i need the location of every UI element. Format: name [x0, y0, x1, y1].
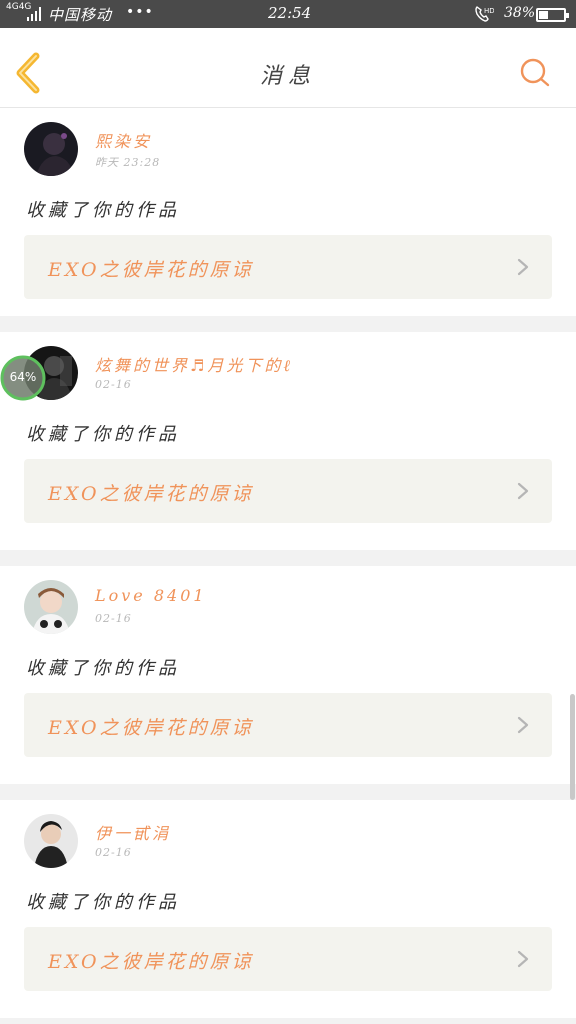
work-link[interactable]: EXO之彼岸花的原谅 — [24, 459, 552, 523]
scrollbar[interactable] — [570, 694, 575, 800]
avatar[interactable] — [24, 122, 78, 176]
divider — [0, 784, 576, 800]
battery-fill — [539, 11, 548, 19]
message-card: 熙染安 昨天 23:28 收藏了你的作品 EXO之彼岸花的原谅 — [0, 108, 576, 318]
message-card: 伊一甙涓 02-16 收藏了你的作品 EXO之彼岸花的原谅 — [0, 800, 576, 1010]
carrier-name: 中国移动 — [48, 6, 113, 24]
action-text: 收藏了你的作品 — [26, 658, 180, 679]
svg-text:HD: HD — [484, 7, 494, 15]
chevron-right-icon — [517, 716, 529, 734]
sender-name[interactable]: 伊一甙涓 — [95, 820, 171, 844]
message-time: 02-16 — [95, 378, 132, 391]
avatar[interactable] — [24, 580, 78, 634]
signal-bars-icon — [27, 7, 41, 21]
battery-icon — [536, 8, 569, 22]
message-card: Love 8401 02-16 收藏了你的作品 EXO之彼岸花的原谅 — [0, 566, 576, 776]
message-time: 02-16 — [95, 846, 132, 859]
memory-percent: 64% — [9, 370, 37, 384]
work-link[interactable]: EXO之彼岸花的原谅 — [24, 235, 552, 299]
sender-name[interactable]: 炫舞的世界♬月光下的ℓ — [95, 352, 293, 376]
divider — [0, 1018, 576, 1024]
wifi-calling-hd-icon: HD — [475, 6, 494, 22]
nav-bar: 消息 — [0, 28, 576, 108]
action-text: 收藏了你的作品 — [26, 200, 180, 221]
chevron-right-icon — [517, 258, 529, 276]
message-card: 炫舞的世界♬月光下的ℓ 02-16 收藏了你的作品 EXO之彼岸花的原谅 — [0, 332, 576, 542]
avatar[interactable] — [24, 814, 78, 868]
sender-name[interactable]: 熙染安 — [95, 128, 152, 152]
avatar-image — [24, 580, 78, 634]
work-title: EXO之彼岸花的原谅 — [48, 717, 254, 739]
message-list[interactable]: 熙染安 昨天 23:28 收藏了你的作品 EXO之彼岸花的原谅 炫舞的世界♬月光… — [0, 108, 576, 1024]
work-link[interactable]: EXO之彼岸花的原谅 — [24, 927, 552, 991]
action-text: 收藏了你的作品 — [26, 892, 180, 913]
clock: 22:54 — [268, 4, 312, 22]
work-title: EXO之彼岸花的原谅 — [48, 951, 254, 973]
page-title: 消息 — [259, 64, 316, 89]
work-title: EXO之彼岸花的原谅 — [48, 483, 254, 505]
work-link[interactable]: EXO之彼岸花的原谅 — [24, 693, 552, 757]
action-text: 收藏了你的作品 — [26, 424, 180, 445]
chevron-right-icon — [517, 482, 529, 500]
floating-memory-widget[interactable]: 64% — [0, 355, 48, 403]
avatar-image — [24, 122, 78, 176]
avatar-image — [24, 814, 78, 868]
message-time: 02-16 — [95, 612, 132, 625]
chevron-right-icon — [517, 950, 529, 968]
divider — [0, 550, 576, 566]
divider — [0, 316, 576, 332]
battery-percent: 38% — [504, 5, 536, 21]
work-title: EXO之彼岸花的原谅 — [48, 259, 254, 281]
status-bar: 4G4G 中国移动 ••• 22:54 HD 38% — [0, 0, 576, 28]
search-icon[interactable] — [518, 56, 552, 90]
message-time: 昨天 23:28 — [95, 156, 161, 169]
more-notifications-dots: ••• — [126, 4, 154, 20]
sender-name[interactable]: Love 8401 — [95, 586, 207, 605]
